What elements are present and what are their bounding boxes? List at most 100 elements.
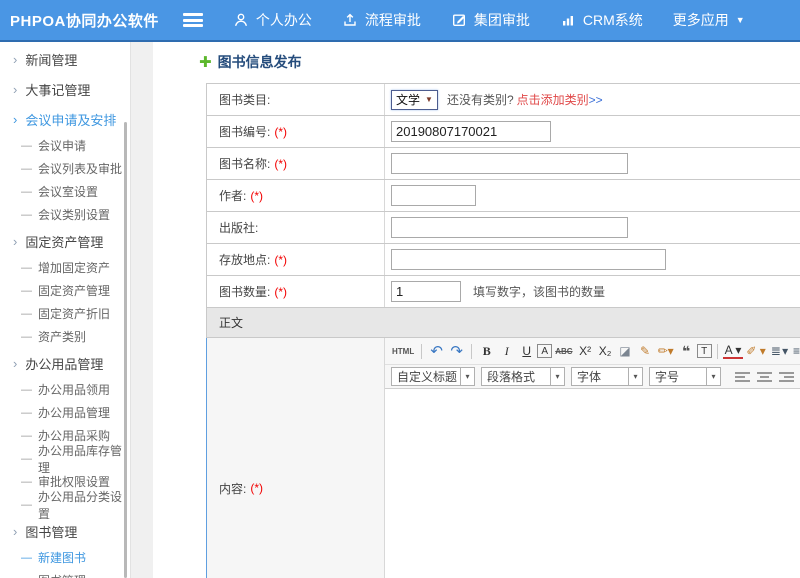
publisher-label: 出版社:	[207, 212, 385, 243]
book-code-input[interactable]	[391, 121, 551, 142]
sidebar-item-prefix-icon: —	[21, 209, 32, 221]
rich-text-editor: HTML ↶↷ BIUAABCX²X₂◪✎✏▾❝T A ▾✐ ▾≣ ▾≡ ▾ 自定义标…	[385, 338, 800, 578]
sidebar-item-prefix-icon: —	[21, 575, 32, 578]
sidebar-item-prefix-icon: ›	[13, 234, 17, 249]
code-label: 图书编号:(*)	[207, 116, 385, 147]
sidebar-item[interactable]: — 办公用品领用	[0, 378, 130, 401]
nav-group-approval[interactable]: 集团审批	[451, 10, 530, 30]
required-mark: (*)	[250, 189, 263, 203]
nav-flow-approval[interactable]: 流程审批	[342, 10, 421, 30]
menu-hamburger-icon[interactable]	[183, 13, 203, 27]
add-category-link[interactable]: 点击添加类别>>	[517, 91, 603, 108]
editor-toolbar-button[interactable]: X₂	[596, 342, 615, 361]
editor-toolbar-button[interactable]: ✎	[636, 342, 655, 361]
sidebar-item[interactable]: — 会议申请	[0, 134, 130, 157]
sidebar-item-label: 固定资产折旧	[38, 305, 110, 322]
author-input[interactable]	[391, 185, 476, 206]
sidebar-item-label: 会议类别设置	[38, 206, 110, 223]
category-label: 图书类目:	[207, 84, 385, 115]
sidebar-scrollbar[interactable]	[124, 122, 127, 578]
sidebar-item[interactable]: › 会议申请及安排	[0, 104, 130, 134]
sidebar-item-label: 图书管理	[38, 572, 86, 578]
editor-toolbar-button[interactable]: HTML	[390, 342, 416, 361]
editor-toolbar-button[interactable]: A ▾	[723, 343, 744, 359]
editor-toolbar-button[interactable]: ✏▾	[656, 342, 676, 361]
font-family-select[interactable]: 字体▾	[571, 367, 643, 386]
sidebar-item-prefix-icon: —	[21, 407, 32, 419]
sidebar-item[interactable]: — 办公用品管理	[0, 401, 130, 424]
sidebar-item[interactable]: — 增加固定资产	[0, 256, 130, 279]
editor-toolbar-button[interactable]: ◪	[616, 342, 635, 361]
align-center-icon[interactable]	[757, 372, 772, 382]
nav-personal-office[interactable]: 个人办公	[233, 10, 312, 30]
editor-toolbar-button[interactable]	[717, 344, 718, 359]
editor-toolbar-button[interactable]: ↶	[427, 342, 446, 361]
editor-toolbar-button[interactable]: T	[697, 344, 712, 358]
sidebar-item-label: 办公用品领用	[38, 381, 110, 398]
editor-toolbar-button[interactable]: U	[517, 342, 536, 361]
sidebar-item[interactable]: › 大事记管理	[0, 74, 130, 104]
align-left-icon[interactable]	[735, 372, 750, 382]
sidebar-item[interactable]: — 会议列表及审批	[0, 157, 130, 180]
sidebar-item-prefix-icon: —	[21, 308, 32, 320]
sidebar-item[interactable]: › 固定资产管理	[0, 226, 130, 256]
sidebar-item[interactable]: — 办公用品库存管理	[0, 447, 130, 470]
content-label: 内容:(*)	[207, 338, 385, 578]
editor-toolbar-button[interactable]: A	[537, 344, 552, 358]
sidebar-item[interactable]: — 固定资产管理	[0, 279, 130, 302]
location-input[interactable]	[391, 249, 666, 270]
category-select-value: 文学	[396, 91, 420, 108]
sidebar-item[interactable]: — 图书管理	[0, 569, 130, 578]
editor-toolbar-button[interactable]: ≡ ▾	[790, 342, 800, 361]
quantity-input[interactable]	[391, 281, 461, 302]
sidebar-item[interactable]: — 资产类别	[0, 325, 130, 348]
editor-content-area[interactable]	[385, 389, 800, 578]
editor-toolbar-button[interactable]: I	[497, 342, 516, 361]
book-name-input[interactable]	[391, 153, 628, 174]
editor-toolbar-button[interactable]: X²	[576, 342, 595, 361]
editor-toolbar-button[interactable]: ABC	[553, 342, 574, 361]
editor-toolbar-button[interactable]: ❝	[677, 342, 696, 361]
sidebar-item-label: 会议室设置	[38, 183, 98, 200]
sidebar-item-prefix-icon: ›	[13, 524, 17, 539]
category-select[interactable]: 文学 ▼	[391, 90, 438, 110]
editor-toolbar-button[interactable]: ✐ ▾	[744, 342, 767, 361]
sidebar-item-prefix-icon: —	[21, 476, 32, 488]
nav-crm-system[interactable]: CRM系统	[560, 10, 643, 30]
sidebar-item-label: 新闻管理	[25, 50, 77, 69]
sidebar-item[interactable]: — 办公用品分类设置	[0, 493, 130, 516]
publisher-input[interactable]	[391, 217, 628, 238]
editor-toolbar-button[interactable]: B	[477, 342, 496, 361]
page-title-bar: ✚ 图书信息发布	[199, 52, 302, 72]
font-size-select[interactable]: 字号▾	[649, 367, 721, 386]
editor-toolbar-button[interactable]: ↷	[447, 342, 466, 361]
sidebar-item[interactable]: — 会议类别设置	[0, 203, 130, 226]
form-row-content: 内容:(*) HTML ↶↷ BIUAABCX²X₂◪✎✏▾❝T A ▾✐ ▾≣ ▾≡…	[206, 338, 800, 578]
sidebar-item-prefix-icon: —	[21, 331, 32, 343]
select-caret-icon: ▾	[460, 368, 474, 385]
sidebar-item-label: 资产类别	[38, 328, 86, 345]
nav-label: CRM系统	[583, 10, 643, 30]
sidebar-item-prefix-icon: —	[21, 186, 32, 198]
quantity-hint: 填写数字，该图书的数量	[473, 283, 605, 300]
sidebar-item[interactable]: › 办公用品管理	[0, 348, 130, 378]
align-right-icon[interactable]	[779, 372, 794, 382]
sidebar-item-label: 新建图书	[38, 549, 86, 566]
custom-heading-select[interactable]: 自定义标题▾	[391, 367, 475, 386]
nav-more-apps[interactable]: 更多应用 ▼	[673, 10, 745, 30]
paragraph-format-select[interactable]: 段落格式▾	[481, 367, 565, 386]
required-mark: (*)	[274, 157, 287, 171]
sidebar-item[interactable]: — 会议室设置	[0, 180, 130, 203]
editor-toolbar-button[interactable]	[421, 344, 422, 359]
sidebar-item-label: 增加固定资产	[38, 259, 110, 276]
form-row-publisher: 出版社:	[206, 212, 800, 244]
sidebar-item[interactable]: — 固定资产折旧	[0, 302, 130, 325]
body-section-header: 正文	[206, 308, 800, 338]
sidebar-menu: › 新闻管理 › 大事记管理 › 会议申请及安排 — 会议申请 — 会议列表及审…	[0, 42, 131, 578]
form-row-name: 图书名称:(*)	[206, 148, 800, 180]
main-panel: ✚ 图书信息发布 图书类目: 文学 ▼ 还没有类别? 点击添加类别>> 图	[153, 42, 800, 578]
sidebar-item[interactable]: › 新闻管理	[0, 44, 130, 74]
editor-toolbar-button[interactable]	[471, 344, 472, 359]
editor-toolbar-button[interactable]: ≣ ▾	[769, 342, 789, 361]
sidebar-item[interactable]: — 新建图书	[0, 546, 130, 569]
